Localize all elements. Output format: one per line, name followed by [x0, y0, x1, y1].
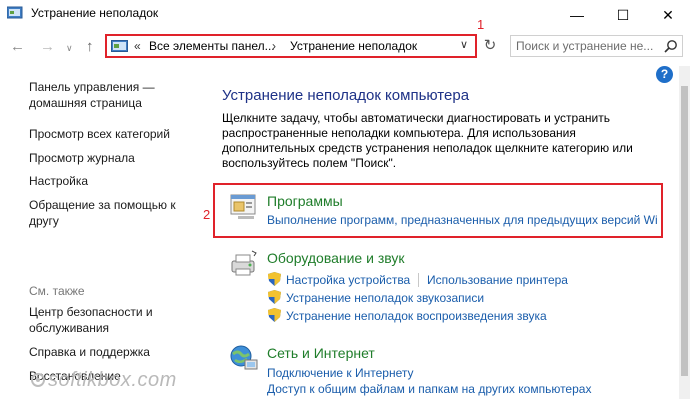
callout-number-1: 1	[477, 17, 485, 32]
see-also-label: См. также	[29, 284, 85, 298]
nav-link-all-categories[interactable]: Просмотр всех категорий	[29, 126, 170, 142]
control-panel-icon	[7, 6, 23, 19]
link-troubleshoot-playback[interactable]: Устранение неполадок воспроизведения зву…	[286, 309, 547, 323]
programs-icon	[230, 194, 256, 219]
programs-highlight-box	[213, 183, 663, 238]
link-shared-folders[interactable]: Доступ к общим файлам и папкам на других…	[267, 382, 591, 396]
see-also-help-support[interactable]: Справка и поддержка	[29, 344, 150, 360]
control-panel-icon	[111, 40, 128, 52]
nav-link-get-help[interactable]: Обращение за помощью к	[29, 197, 176, 213]
breadcrumb-all-items[interactable]: Все элементы панел...	[149, 39, 275, 53]
window-title: Устранение неполадок	[31, 6, 159, 20]
search-icon[interactable]	[664, 39, 678, 53]
link-run-older-programs[interactable]: Выполнение программ, предназначенных для…	[267, 213, 658, 227]
page-title: Устранение неполадок компьютера	[222, 87, 470, 104]
network-internet-icon	[230, 345, 258, 370]
recent-locations-button[interactable]: ∨	[66, 40, 73, 56]
link-separator	[418, 273, 419, 287]
link-connect-internet[interactable]: Подключение к Интернету	[267, 366, 414, 380]
watermark-text: softikbox.com	[48, 369, 177, 391]
address-dropdown-button[interactable]: ∨	[460, 38, 468, 51]
category-title-hardware-sound[interactable]: Оборудование и звук	[267, 250, 405, 266]
help-icon[interactable]: ?	[656, 66, 673, 83]
uac-shield-icon	[268, 308, 281, 322]
breadcrumb-separator[interactable]: ›	[272, 39, 276, 53]
nav-link-control-panel-home[interactable]: Панель управления —	[29, 79, 155, 95]
refresh-button[interactable]: ↻	[481, 37, 499, 55]
search-placeholder: Поиск и устранение не...	[516, 39, 654, 53]
address-bar[interactable]: « Все элементы панел... › Устранение неп…	[105, 34, 477, 58]
back-button[interactable]: ←	[10, 39, 25, 55]
category-title-programs[interactable]: Программы	[267, 193, 343, 209]
forward-button[interactable]: →	[40, 39, 55, 55]
see-also-security-maintenance[interactable]: Центр безопасности и	[29, 304, 153, 320]
nav-link-get-help[interactable]: другу	[29, 213, 59, 229]
nav-link-settings[interactable]: Настройка	[29, 173, 88, 189]
scrollbar-thumb[interactable]	[681, 86, 688, 376]
uac-shield-icon	[268, 272, 281, 286]
maximize-button[interactable]: ☐	[600, 0, 646, 30]
close-button[interactable]: ✕	[645, 0, 690, 30]
link-configure-device[interactable]: Настройка устройства	[286, 273, 410, 287]
link-troubleshoot-recording[interactable]: Устранение неполадок звукозаписи	[286, 291, 484, 305]
see-also-security-maintenance[interactable]: обслуживания	[29, 320, 109, 336]
page-description: Щелкните задачу, чтобы автоматически диа…	[222, 111, 633, 170]
nav-link-history[interactable]: Просмотр журнала	[29, 150, 135, 166]
minimize-button[interactable]: —	[554, 0, 600, 30]
search-input[interactable]: Поиск и устранение не...	[510, 35, 683, 57]
up-button[interactable]: ↑	[86, 39, 94, 55]
breadcrumb-troubleshooting[interactable]: Устранение неполадок	[290, 39, 417, 53]
navigation-bar: ← → ∨ ↑ « Все элементы панел... › Устран…	[0, 30, 690, 64]
hardware-sound-icon	[231, 250, 257, 276]
uac-shield-icon	[268, 290, 281, 304]
nav-link-control-panel-home[interactable]: домашняя страница	[29, 95, 142, 111]
address-overflow-chevron[interactable]: «	[134, 39, 141, 53]
watermark-logo-icon	[31, 373, 45, 387]
category-title-network-internet[interactable]: Сеть и Интернет	[267, 345, 375, 361]
link-use-printer[interactable]: Использование принтера	[427, 273, 568, 287]
left-navigation-pane: Панель управления — домашняя страница Пр…	[0, 66, 205, 399]
title-bar: Устранение неполадок — ☐ ✕	[0, 0, 690, 30]
